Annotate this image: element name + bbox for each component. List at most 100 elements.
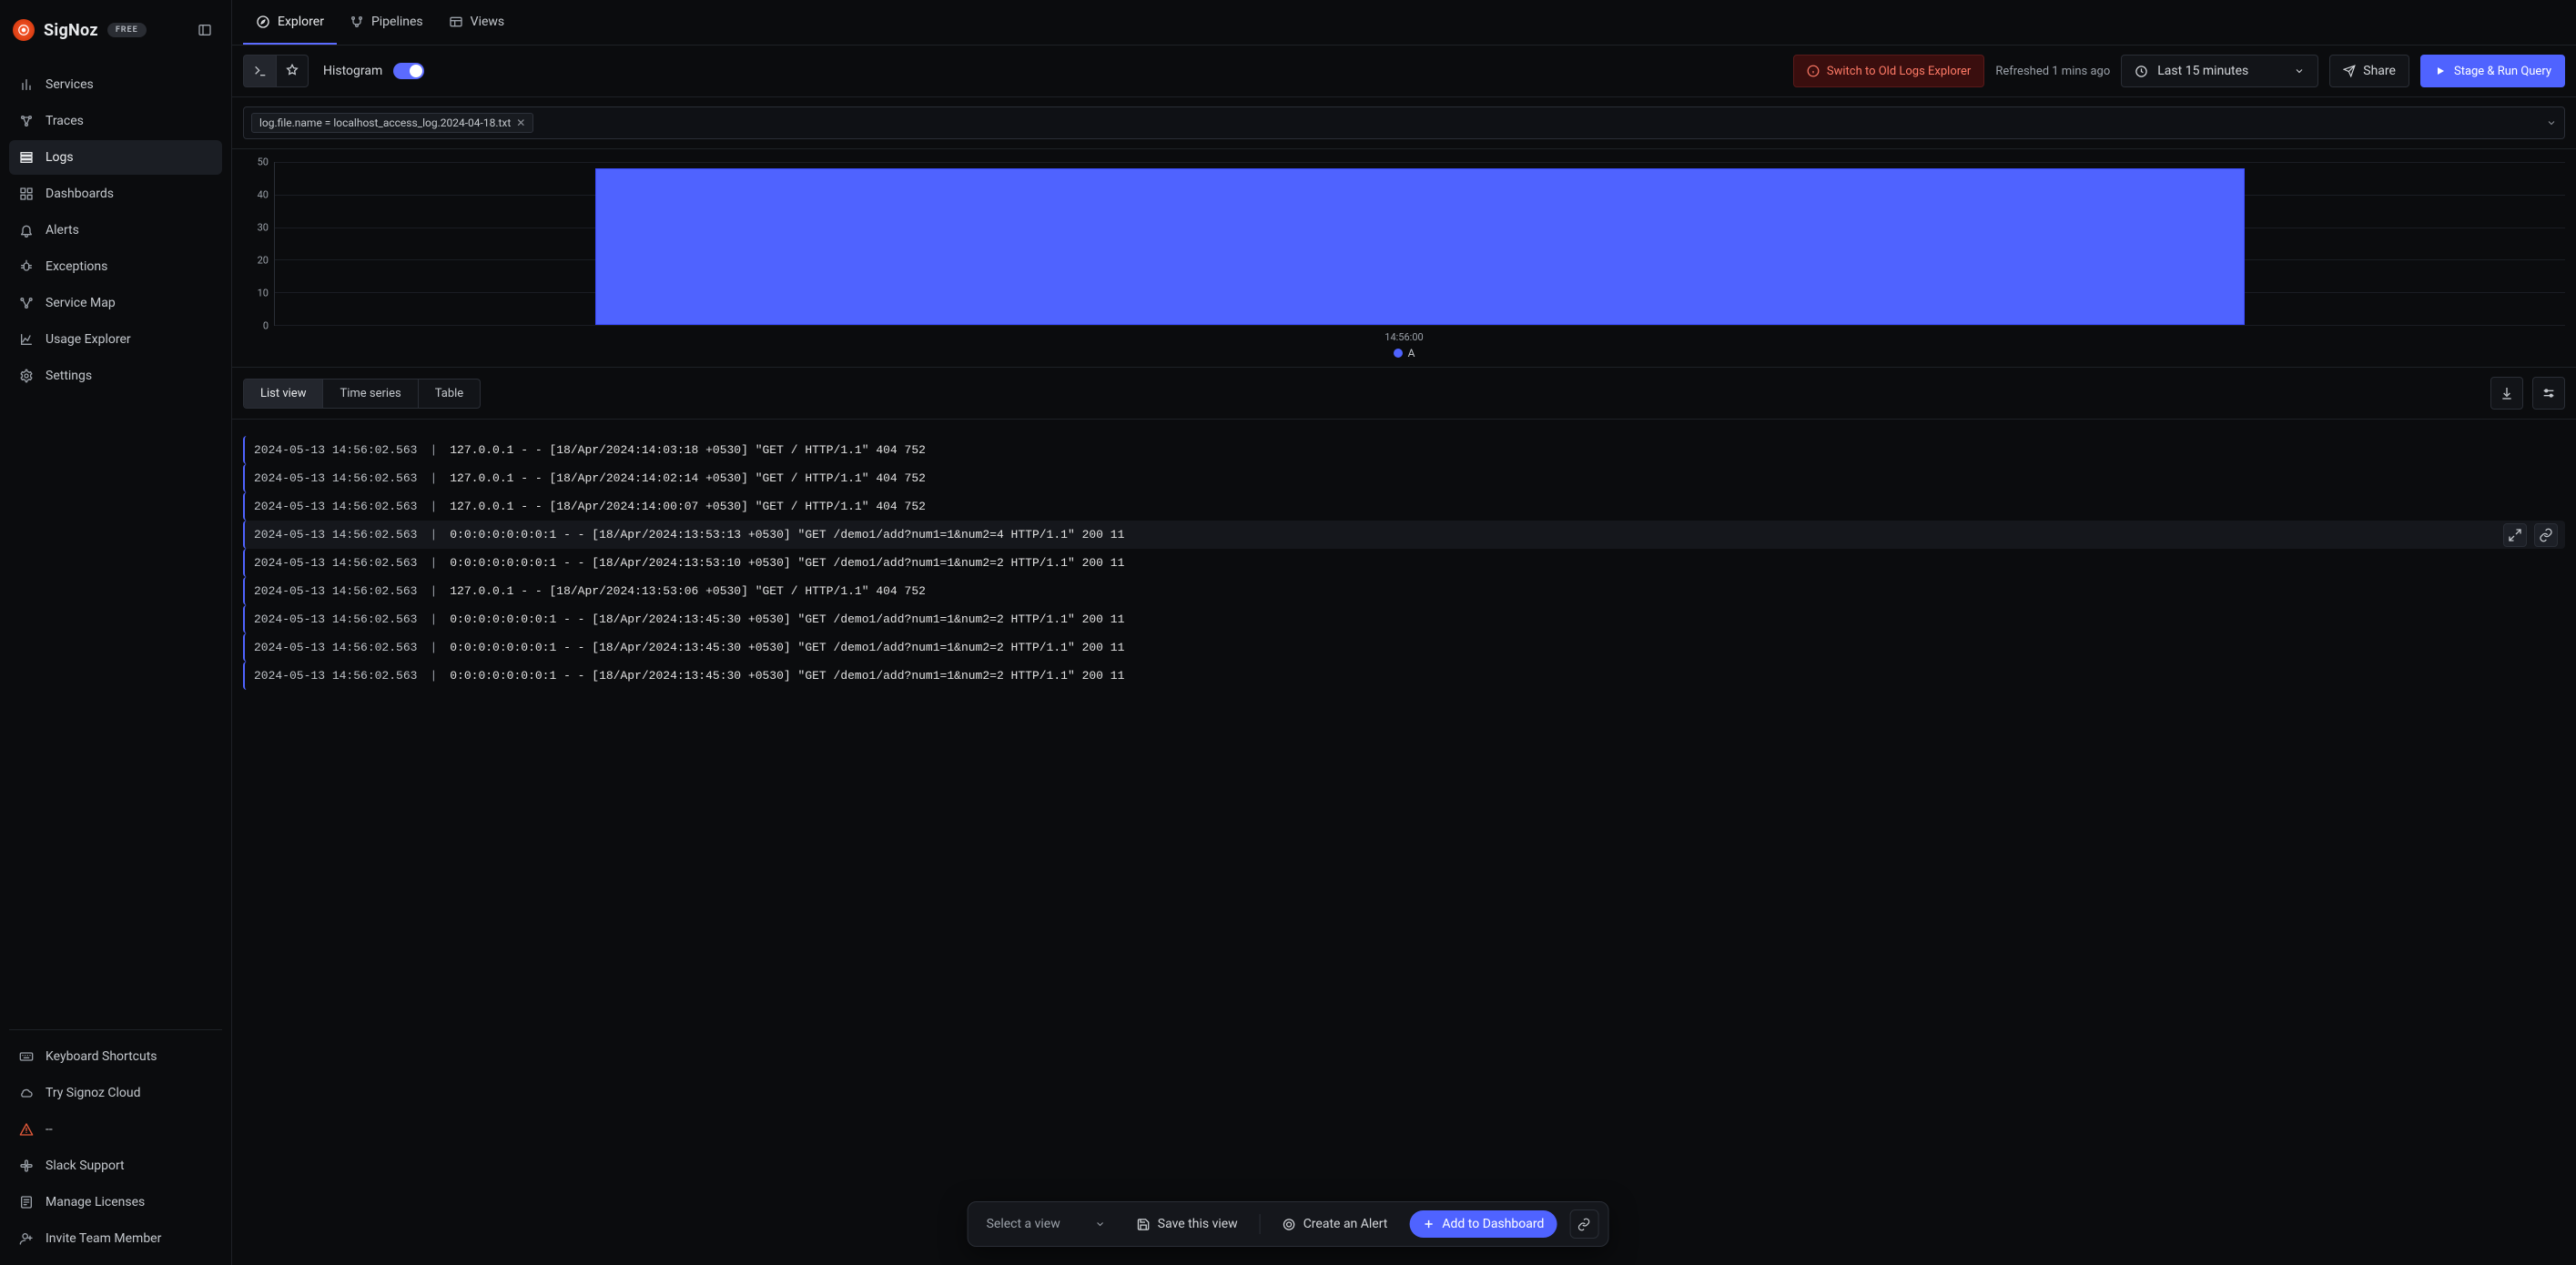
- separator: |: [424, 584, 442, 598]
- y-axis-tick: 20: [258, 255, 269, 267]
- sidebar-item-exceptions[interactable]: Exceptions: [9, 249, 222, 284]
- log-timestamp: 2024-05-13 14:56:02.563: [254, 500, 417, 513]
- compass-icon: [256, 15, 270, 29]
- sidebar-item-alerts[interactable]: Alerts: [9, 213, 222, 248]
- separator: |: [424, 471, 442, 485]
- log-row[interactable]: 2024-05-13 14:56:02.563|127.0.0.1 - - [1…: [243, 492, 2565, 521]
- switch-old-explorer-label: Switch to Old Logs Explorer: [1827, 65, 1971, 78]
- y-axis-tick: 10: [258, 288, 269, 299]
- switch-old-explorer-button[interactable]: Switch to Old Logs Explorer: [1793, 55, 1984, 87]
- log-timestamp: 2024-05-13 14:56:02.563: [254, 641, 417, 654]
- save-view-button[interactable]: Save this view: [1128, 1211, 1247, 1237]
- query-expand-icon[interactable]: [2546, 117, 2557, 128]
- sidebar-item-label: Logs: [46, 150, 74, 165]
- sidebar-item-traces[interactable]: Traces: [9, 104, 222, 138]
- run-query-button[interactable]: Stage & Run Query: [2420, 55, 2565, 87]
- alert-icon: [1283, 1218, 1296, 1231]
- builder-mode-button[interactable]: [276, 55, 309, 87]
- sidebar-item-manage-licenses[interactable]: Manage Licenses: [9, 1185, 222, 1219]
- y-axis-tick: 40: [258, 189, 269, 201]
- log-row[interactable]: 2024-05-13 14:56:02.563|0:0:0:0:0:0:0:1 …: [243, 633, 2565, 662]
- separator: |: [424, 641, 442, 654]
- chip-remove-icon[interactable]: ✕: [516, 116, 525, 129]
- tab-pipelines[interactable]: Pipelines: [337, 0, 436, 45]
- log-list[interactable]: 2024-05-13 14:56:02.563 | 127.0.0.1 - - [1…: [232, 420, 2576, 1265]
- select-view-dropdown[interactable]: Select a view: [978, 1211, 1115, 1237]
- sidebar-item-label: Keyboard Shortcuts: [46, 1049, 157, 1064]
- time-range-picker[interactable]: Last 15 minutes: [2121, 55, 2318, 87]
- map-icon: [18, 295, 35, 311]
- legend-label: A: [1408, 347, 1415, 359]
- tab-label: Views: [471, 15, 505, 29]
- brand-name: SigNoz: [44, 21, 98, 40]
- sidebar-item-try-signoz-cloud[interactable]: Try Signoz Cloud: [9, 1076, 222, 1110]
- save-icon: [1137, 1218, 1151, 1231]
- info-icon: [1807, 65, 1820, 77]
- format-options-button[interactable]: [2532, 377, 2565, 410]
- sidebar-item-keyboard-shortcuts[interactable]: Keyboard Shortcuts: [9, 1039, 222, 1074]
- log-body: 0:0:0:0:0:0:0:1 - - [18/Apr/2024:13:53:1…: [450, 528, 1124, 541]
- log-body: 0:0:0:0:0:0:0:1 - - [18/Apr/2024:13:45:3…: [450, 612, 1124, 626]
- separator: |: [424, 669, 442, 683]
- bell-icon: [18, 222, 35, 238]
- view-tabs-row: List viewTime seriesTable: [232, 368, 2576, 420]
- sidebar-item-service-map[interactable]: Service Map: [9, 286, 222, 320]
- x-axis-tick: 14:56:00: [243, 331, 2565, 343]
- link-button[interactable]: [1569, 1209, 1598, 1239]
- log-row[interactable]: 2024-05-13 14:56:02.563|0:0:0:0:0:0:0:1 …: [243, 662, 2565, 690]
- histogram-toggle[interactable]: [393, 63, 424, 79]
- y-axis-tick: 30: [258, 222, 269, 234]
- log-row[interactable]: 2024-05-13 14:56:02.563|127.0.0.1 - - [1…: [243, 464, 2565, 492]
- sidebar-item--[interactable]: --: [9, 1112, 222, 1147]
- sidebar-item-settings[interactable]: Settings: [9, 359, 222, 393]
- sidebar-nav: Services Traces Logs Dashboards Alerts E…: [9, 60, 222, 393]
- sidebar: SigNoz FREE Services Traces Logs Dashboa…: [0, 0, 232, 1265]
- row-link-button[interactable]: [2534, 523, 2558, 547]
- sidebar-item-services[interactable]: Services: [9, 67, 222, 102]
- sidebar-collapse-button[interactable]: [191, 16, 218, 44]
- floating-action-bar: Select a view Save this view Create an A…: [968, 1201, 1609, 1247]
- log-row[interactable]: 2024-05-13 14:56:02.563|127.0.0.1 - - [1…: [243, 436, 2565, 464]
- y-axis-tick: 0: [263, 320, 269, 332]
- sidebar-item-invite-team-member[interactable]: Invite Team Member: [9, 1221, 222, 1256]
- create-alert-button[interactable]: Create an Alert: [1273, 1211, 1397, 1237]
- search-mode-button[interactable]: [243, 55, 276, 87]
- log-timestamp: 2024-05-13 14:56:02.563: [254, 471, 417, 485]
- log-row[interactable]: 2024-05-13 14:56:02.563|127.0.0.1 - - [1…: [243, 577, 2565, 605]
- log-body: 127.0.0.1 - - [18/Apr/2024:14:03:18 +053…: [450, 443, 926, 457]
- plus-icon: [1422, 1218, 1435, 1230]
- sidebar-item-logs[interactable]: Logs: [9, 140, 222, 175]
- download-button[interactable]: [2490, 377, 2523, 410]
- sidebar-item-dashboards[interactable]: Dashboards: [9, 177, 222, 211]
- tab-explorer[interactable]: Explorer: [243, 0, 337, 45]
- query-input[interactable]: log.file.name = localhost_access_log.202…: [243, 106, 2565, 139]
- divider: [1260, 1214, 1261, 1234]
- add-to-dashboard-button[interactable]: Add to Dashboard: [1409, 1210, 1557, 1238]
- sidebar-item-label: Exceptions: [46, 259, 107, 274]
- sidebar-item-usage-explorer[interactable]: Usage Explorer: [9, 322, 222, 357]
- sidebar-item-slack-support[interactable]: Slack Support: [9, 1149, 222, 1183]
- brand-logo: [13, 19, 35, 41]
- tab-label: Explorer: [278, 15, 324, 29]
- add-to-dashboard-label: Add to Dashboard: [1442, 1217, 1544, 1231]
- view-tab-time-series[interactable]: Time series: [323, 380, 418, 408]
- tab-views[interactable]: Views: [436, 0, 518, 45]
- log-timestamp: 2024-05-13 14:56:02.563: [254, 584, 417, 598]
- row-expand-button[interactable]: [2503, 523, 2527, 547]
- network-icon: [18, 113, 35, 129]
- filter-chip[interactable]: log.file.name = localhost_access_log.202…: [251, 113, 533, 133]
- sidebar-item-label: Services: [46, 77, 94, 92]
- y-axis-tick: 50: [258, 157, 269, 168]
- sidebar-item-label: Alerts: [46, 223, 79, 238]
- log-row[interactable]: 2024-05-13 14:56:02.563|0:0:0:0:0:0:0:1 …: [243, 549, 2565, 577]
- log-row[interactable]: 2024-05-13 14:56:02.563|0:0:0:0:0:0:0:1 …: [243, 605, 2565, 633]
- view-tab-table[interactable]: Table: [419, 380, 480, 408]
- view-tab-list-view[interactable]: List view: [244, 380, 323, 408]
- grid-icon: [18, 186, 35, 202]
- log-row[interactable]: 2024-05-13 14:56:02.563|0:0:0:0:0:0:0:1 …: [243, 521, 2565, 549]
- share-button[interactable]: Share: [2329, 55, 2409, 87]
- log-timestamp: 2024-05-13 14:56:02.563: [254, 556, 417, 570]
- clock-icon: [2135, 65, 2148, 78]
- select-view-placeholder: Select a view: [987, 1217, 1060, 1231]
- log-timestamp: 2024-05-13 14:56:02.563: [254, 669, 417, 683]
